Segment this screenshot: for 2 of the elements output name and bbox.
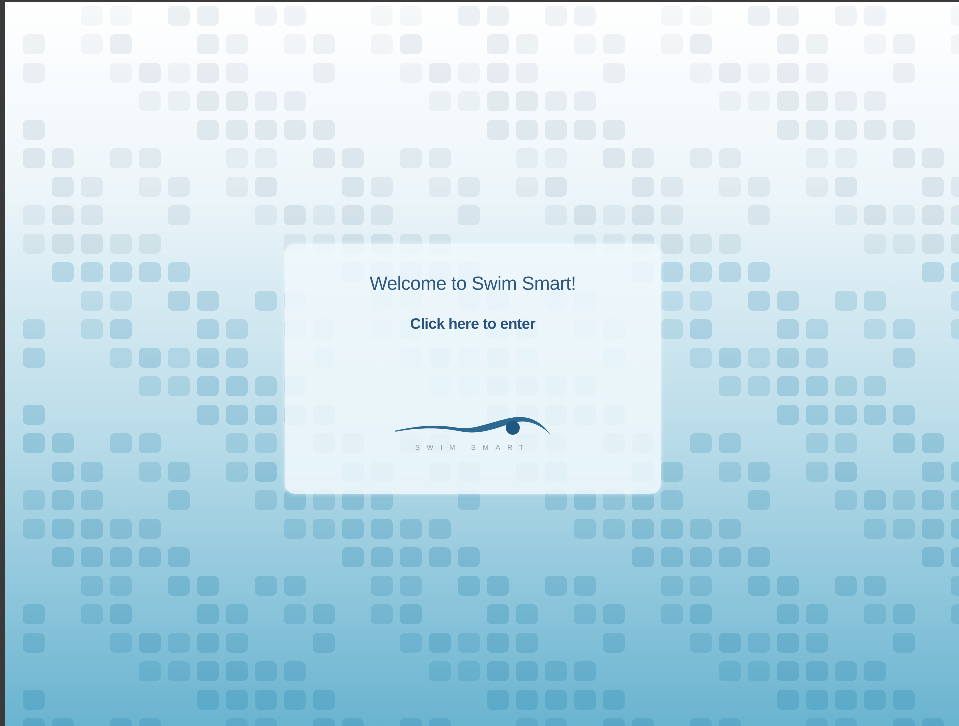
enter-link[interactable]: Click here to enter <box>410 316 536 333</box>
welcome-title: Welcome to Swim Smart! <box>370 274 576 296</box>
